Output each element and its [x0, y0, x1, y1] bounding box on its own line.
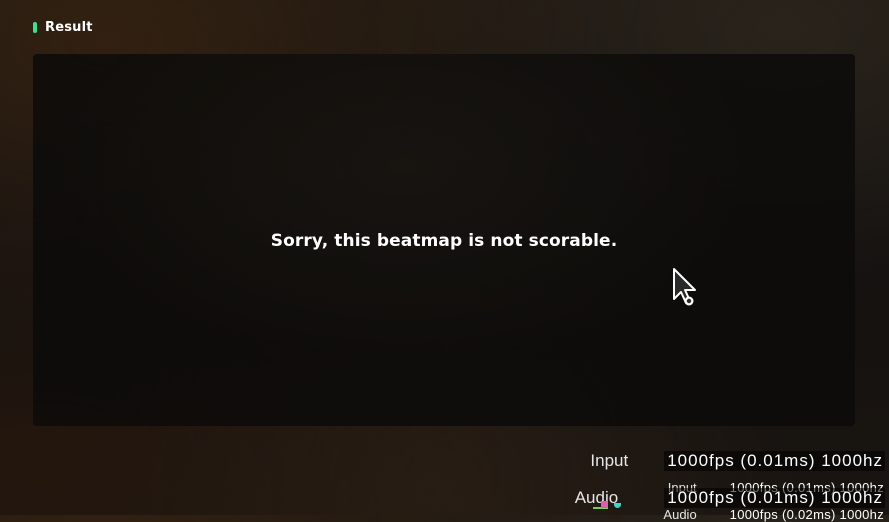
audio-label-overlap: Audio: [663, 506, 697, 522]
audio-performance-row-overlap: Audio 1000fps (0.02ms) 1000hz: [663, 506, 886, 522]
input-label: Input: [590, 451, 629, 470]
audio-rate-value: 1000fps (0.01ms) 1000hz: [664, 488, 885, 508]
thread-markers: [593, 500, 625, 510]
result-panel: Sorry, this beatmap is not scorable.: [33, 54, 855, 426]
audio-rate-value-overlap: 1000fps (0.02ms) 1000hz: [729, 506, 884, 522]
marker-pink: [601, 501, 608, 508]
header-accent-bar: [33, 21, 37, 33]
section-title: Result: [45, 19, 93, 35]
input-performance-row: Input 1000fps (0.01ms) 1000hz: [525, 449, 885, 473]
pointer-cursor-icon: [673, 268, 696, 306]
section-header: Result: [33, 19, 93, 35]
input-rate-value: 1000fps (0.01ms) 1000hz: [664, 451, 885, 471]
marker-teal: [614, 503, 621, 508]
not-scorable-message: Sorry, this beatmap is not scorable.: [270, 231, 618, 251]
